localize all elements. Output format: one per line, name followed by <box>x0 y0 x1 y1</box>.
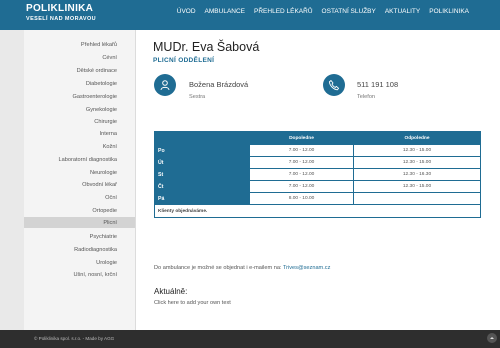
table-cell-day: St <box>154 168 250 181</box>
sidebar-item-interna[interactable]: Interna <box>7 131 117 137</box>
table-note: Klienty objednáváme. <box>154 204 481 218</box>
person-icon <box>154 74 176 96</box>
logo-subtitle[interactable]: VESELÍ NAD MORAVOU <box>26 16 96 22</box>
sidebar-item-kozni[interactable]: Kožní <box>7 144 117 150</box>
table-header-morning: Dopoledne <box>249 131 354 145</box>
table-cell-morning: 8.00 - 10.00 <box>249 192 354 205</box>
news-placeholder[interactable]: Click here to add your own text <box>154 300 231 306</box>
table-cell-day: Po <box>154 144 250 157</box>
order-info: Do ambulance je možné se objednat i e-ma… <box>154 265 330 271</box>
table-cell-morning: 7.00 - 12.00 <box>249 180 354 193</box>
site-footer: © Poliklinika spol. s.r.o. - Made by AGG <box>0 330 500 348</box>
department-title: PLICNÍ ODDĚLENÍ <box>153 57 215 64</box>
sidebar-item-gastroenterologie[interactable]: Gastroenterologie <box>7 94 117 100</box>
sidebar-item-gynekologie[interactable]: Gynekologie <box>7 107 117 113</box>
contact-person-name: Božena Brázdová <box>189 80 249 89</box>
table-header-day <box>154 131 250 145</box>
site-header: POLIKLINIKA VESELÍ NAD MORAVOU ÚVOD AMBU… <box>0 0 500 30</box>
order-info-text: Do ambulance je možné se objednat i e-ma… <box>154 265 282 271</box>
sidebar-item-usni-nosni-krcni[interactable]: Ušní, nosní, krční <box>7 272 117 278</box>
sidebar-item-plicni[interactable]: Plicní <box>7 220 117 226</box>
table-row: Út 7.00 - 12.00 12.30 - 15.00 <box>154 156 481 169</box>
news-title: Aktuálně: <box>154 287 188 296</box>
order-email-link[interactable]: Trives@seznam.cz <box>283 265 330 271</box>
sidebar-item-ortopedie[interactable]: Ortopedie <box>7 208 117 214</box>
table-cell-afternoon: 12.30 - 15.00 <box>353 156 481 169</box>
nav-item-prehled-lekaru[interactable]: PŘEHLED LÉKAŘŮ <box>254 8 313 15</box>
phone-icon <box>323 74 345 96</box>
table-cell-day: Pá <box>154 192 250 205</box>
nav-item-ostatni-sluzby[interactable]: OSTATNÍ SLUŽBY <box>322 8 376 15</box>
table-note-row: Klienty objednáváme. <box>154 204 481 218</box>
sidebar-item-urologie[interactable]: Urologie <box>7 260 117 266</box>
sidebar-item-obvodni-lekar[interactable]: Obvodní lékař <box>7 182 117 188</box>
nav-item-ambulance[interactable]: AMBULANCE <box>205 8 245 15</box>
table-row: Čt 7.00 - 12.00 12.30 - 15.00 <box>154 180 481 193</box>
sidebar-item-radiodiagnostika[interactable]: Radiodiagnostika <box>7 247 117 253</box>
sidebar-item-diabetologie[interactable]: Diabetologie <box>7 81 117 87</box>
sidebar-item-prehled-lekaru[interactable]: Přehled lékařů <box>7 42 117 48</box>
table-cell-afternoon: 12.30 - 15.00 <box>353 180 481 193</box>
table-cell-morning: 7.00 - 12.00 <box>249 144 354 157</box>
sidebar-item-cevni[interactable]: Cévní <box>7 55 117 61</box>
table-cell-morning: 7.00 - 12.00 <box>249 168 354 181</box>
scroll-to-top-icon[interactable] <box>487 333 497 343</box>
phone-label: Telefon <box>357 94 376 100</box>
nav-item-poliklinika[interactable]: POLIKLINIKA <box>429 8 469 15</box>
table-row: St 7.00 - 12.00 12.30 - 16.30 <box>154 168 481 181</box>
main-content: MUDr. Eva Šabová PLICNÍ ODDĚLENÍ Božena … <box>136 30 500 330</box>
phone-number[interactable]: 511 191 108 <box>357 80 398 89</box>
table-cell-afternoon <box>353 192 481 205</box>
table-cell-day: Út <box>154 156 250 169</box>
page: POLIKLINIKA VESELÍ NAD MORAVOU ÚVOD AMBU… <box>0 0 500 348</box>
nav-item-aktuality[interactable]: AKTUALITY <box>385 8 420 15</box>
sidebar-item-detske-ordinace[interactable]: Dětské ordinace <box>7 68 117 74</box>
table-header-row: Dopoledne Odpoledne <box>154 131 481 145</box>
contact-person-role: Sestra <box>189 94 206 100</box>
table-row: Pá 8.00 - 10.00 <box>154 192 481 205</box>
sidebar-item-neurologie[interactable]: Neurologie <box>7 170 117 176</box>
table-cell-afternoon: 12.30 - 15.00 <box>353 144 481 157</box>
main-nav: ÚVOD AMBULANCE PŘEHLED LÉKAŘŮ OSTATNÍ SL… <box>177 8 469 15</box>
table-cell-morning: 7.00 - 12.00 <box>249 156 354 169</box>
sidebar-item-chirurgie[interactable]: Chirurgie <box>7 119 117 125</box>
nav-item-uvod[interactable]: ÚVOD <box>177 8 196 15</box>
table-cell-afternoon: 12.30 - 16.30 <box>353 168 481 181</box>
table-cell-day: Čt <box>154 180 250 193</box>
table-row: Po 7.00 - 12.00 12.30 - 15.00 <box>154 144 481 157</box>
doctor-name: MUDr. Eva Šabová <box>153 40 260 54</box>
office-hours-table: Dopoledne Odpoledne Po 7.00 - 12.00 12.3… <box>154 131 481 218</box>
logo-title[interactable]: POLIKLINIKA <box>26 3 93 14</box>
table-header-afternoon: Odpoledne <box>353 131 481 145</box>
sidebar: Přehled lékařů Cévní Dětské ordinace Dia… <box>24 30 136 330</box>
sidebar-item-psychiatrie[interactable]: Psychiatrie <box>7 234 117 240</box>
sidebar-item-ocni[interactable]: Oční <box>7 195 117 201</box>
sidebar-item-laboratorni-diagnostika[interactable]: Laboratorní diagnostika <box>7 157 117 163</box>
footer-copyright: © Poliklinika spol. s.r.o. - Made by AGG <box>34 336 115 341</box>
